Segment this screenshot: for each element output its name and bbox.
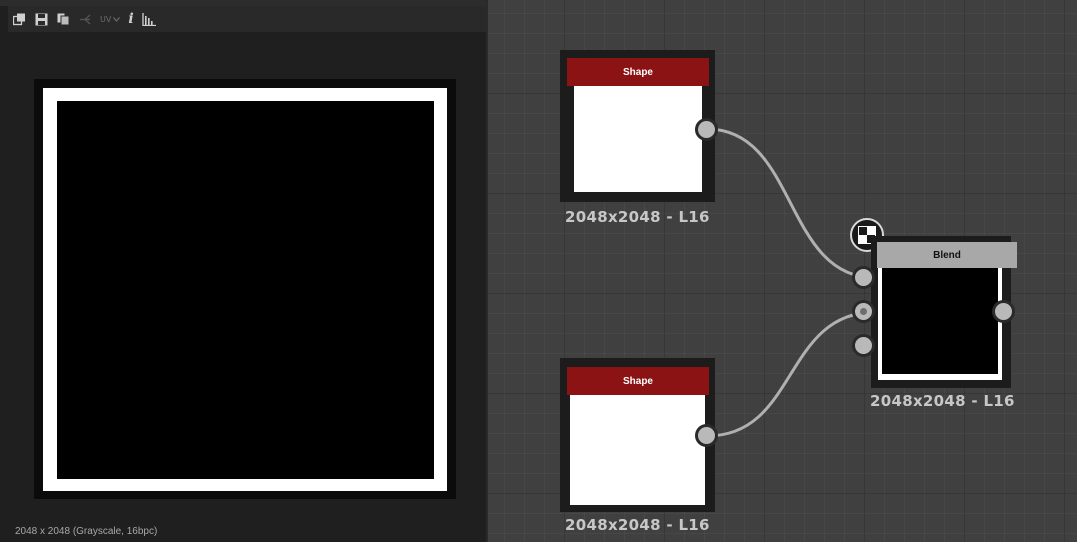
node-title: Shape — [567, 367, 709, 395]
node-resolution-label: 2048x2048 - L16 — [565, 516, 710, 534]
layers-icon[interactable] — [56, 12, 70, 26]
node-resolution-label: 2048x2048 - L16 — [565, 208, 710, 226]
uv-label: UV — [100, 14, 112, 24]
input-port-3[interactable] — [852, 334, 875, 357]
histogram-icon[interactable] — [142, 12, 156, 26]
graph-editor[interactable]: Shape 2048x2048 - L16 Shape 2048x2048 - … — [488, 0, 1077, 542]
blend-node[interactable]: Blend 2048x2048 - L16 — [848, 215, 1038, 415]
save-icon[interactable] — [34, 12, 48, 26]
2d-view-panel: UV i 2048 x 2048 (Grayscale, 16bpc) — [0, 0, 486, 542]
chevron-down-icon — [113, 15, 121, 24]
node-title: Shape — [567, 58, 709, 86]
input-port-1[interactable] — [852, 266, 875, 289]
output-port[interactable] — [695, 118, 718, 141]
input-port-2[interactable] — [852, 300, 875, 323]
output-port[interactable] — [992, 300, 1015, 323]
2d-view-toolbar: UV i — [8, 6, 486, 32]
node-resolution-label: 2048x2048 - L16 — [870, 392, 1015, 410]
node-title: Blend — [877, 242, 1017, 268]
node-thumbnail — [570, 395, 705, 505]
preview-image — [57, 101, 434, 479]
image-info-text: 2048 x 2048 (Grayscale, 16bpc) — [15, 526, 158, 537]
copy-image-icon[interactable] — [12, 12, 26, 26]
shape-node[interactable]: Shape 2048x2048 - L16 — [560, 50, 720, 230]
shape-node[interactable]: Shape 2048x2048 - L16 — [560, 358, 720, 538]
uv-dropdown[interactable]: UV — [100, 14, 121, 24]
output-port[interactable] — [695, 424, 718, 447]
node-thumbnail — [574, 86, 702, 192]
tiling-icon[interactable] — [78, 12, 92, 26]
node-thumbnail-fill — [882, 268, 998, 374]
info-icon[interactable]: i — [128, 12, 133, 26]
